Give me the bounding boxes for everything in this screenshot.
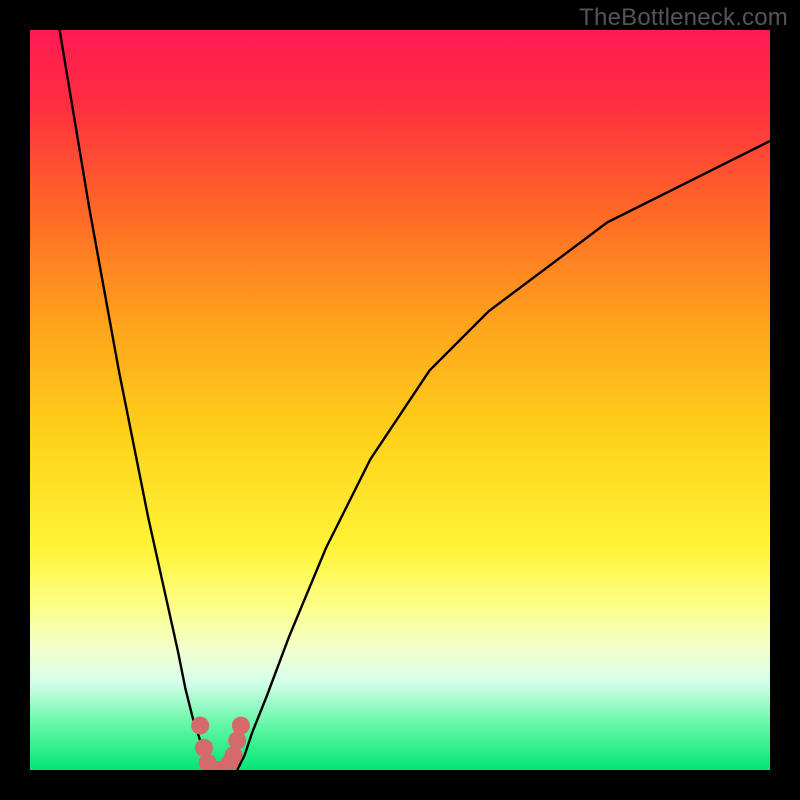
chart-svg <box>30 30 770 770</box>
chart-plot-area <box>30 30 770 770</box>
chart-background-gradient <box>30 30 770 770</box>
chart-frame: TheBottleneck.com <box>0 0 800 800</box>
valley-dot <box>232 717 250 735</box>
watermark-text: TheBottleneck.com <box>579 4 788 32</box>
valley-dot <box>191 717 209 735</box>
